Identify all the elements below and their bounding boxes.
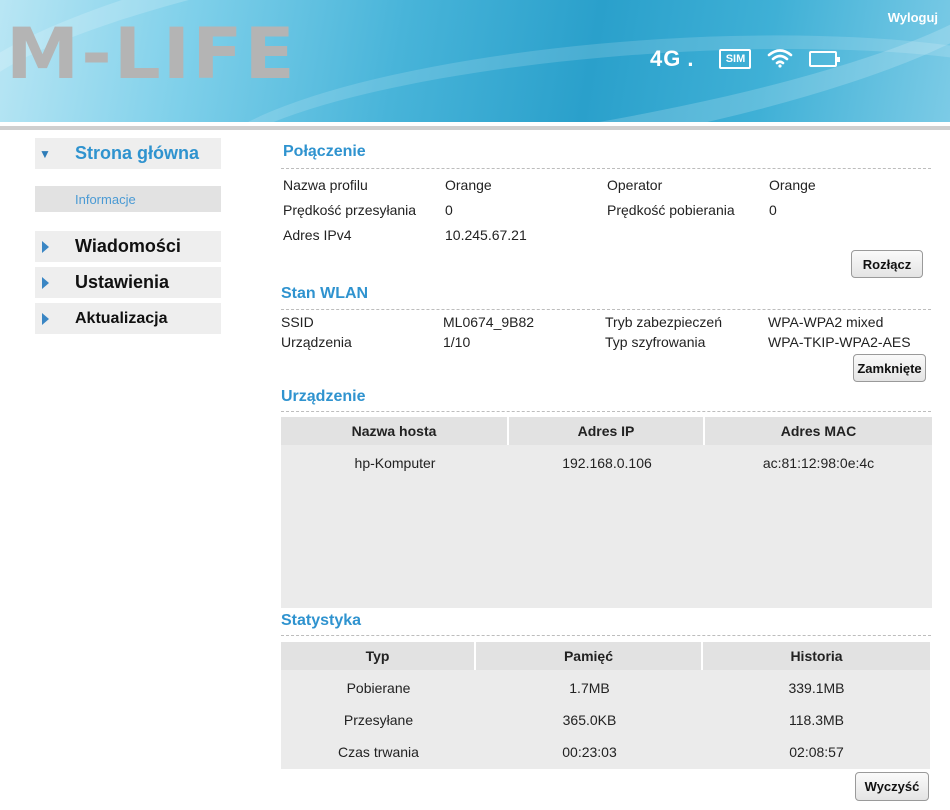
encryption-value: WPA-TKIP-WPA2-AES xyxy=(768,334,911,350)
signal-indicator: . xyxy=(687,46,694,71)
sidebar-item-settings[interactable]: Ustawienia xyxy=(35,267,221,298)
close-wlan-button[interactable]: Zamknięte xyxy=(853,354,926,382)
column-header: Adres IP xyxy=(509,417,705,445)
logo: M-LIFE xyxy=(6,13,297,95)
chevron-down-icon: ▼ xyxy=(39,146,51,161)
security-mode-value: WPA-WPA2 mixed xyxy=(768,314,884,330)
divider xyxy=(281,309,931,310)
chevron-right-icon xyxy=(35,303,55,334)
sidebar-item-home[interactable]: ▼ Strona główna xyxy=(35,138,221,169)
column-header: Nazwa hosta xyxy=(281,417,509,445)
column-header: Historia xyxy=(790,648,843,664)
profile-label: Nazwa profilu xyxy=(283,177,368,193)
clear-statistics-button[interactable]: Wyczyść xyxy=(855,772,929,801)
logout-link[interactable]: Wyloguj xyxy=(888,10,938,25)
header-banner: M-LIFE Wyloguj 4G . SIM xyxy=(0,0,950,122)
sidebar-item-label: Ustawienia xyxy=(75,272,170,292)
statistics-table: Typ Pamięć Historia Pobierane 1.7MB 339.… xyxy=(281,642,930,769)
column-header: Adres MAC xyxy=(780,423,857,439)
operator-label: Operator xyxy=(607,177,663,193)
hostname-cell: hp-Komputer xyxy=(354,455,436,471)
device-table: Nazwa hosta Adres IP Adres MAC hp-Komput… xyxy=(281,417,932,608)
stat-memory-cell: 1.7MB xyxy=(569,680,610,696)
operator-value: Orange xyxy=(769,177,816,193)
sidebar-item-label: Aktualizacja xyxy=(75,309,168,327)
disconnect-button[interactable]: Rozłącz xyxy=(851,250,923,278)
stat-type-cell: Pobierane xyxy=(346,680,411,696)
battery-icon xyxy=(809,51,841,67)
sidebar-item-update[interactable]: Aktualizacja xyxy=(35,303,221,334)
stat-type-cell: Przesyłane xyxy=(343,712,414,728)
stat-history-cell: 118.3MB xyxy=(789,712,844,728)
chevron-right-icon xyxy=(35,267,55,298)
chevron-right-icon xyxy=(35,231,55,262)
section-title-connection: Połączenie xyxy=(283,143,366,160)
upload-speed-value: 0 xyxy=(445,202,453,218)
header-divider xyxy=(0,126,950,130)
devices-label: Urządzenia xyxy=(281,334,352,350)
profile-value: Orange xyxy=(445,177,492,193)
download-speed-label: Prędkość pobierania xyxy=(607,202,735,218)
table-header: Nazwa hosta Adres IP Adres MAC xyxy=(281,417,932,445)
ipv4-label: Adres IPv4 xyxy=(283,227,352,243)
sidebar-item-label: Strona główna xyxy=(75,143,200,163)
sidebar-item-messages[interactable]: Wiadomości xyxy=(35,231,221,262)
table-row: Czas trwania 00:23:03 02:08:57 xyxy=(281,736,930,768)
column-header: Pamięć xyxy=(476,642,703,670)
stat-memory-cell: 365.0KB xyxy=(562,712,617,728)
divider xyxy=(281,635,931,636)
mac-cell: ac:81:12:98:0e:4c xyxy=(762,455,875,471)
stat-history-cell: 339.1MB xyxy=(788,680,845,696)
devices-value: 1/10 xyxy=(443,334,471,350)
table-row: Przesyłane 365.0KB 118.3MB xyxy=(281,704,930,736)
ip-cell: 192.168.0.106 xyxy=(562,455,652,471)
stat-type-cell: Czas trwania xyxy=(338,744,419,760)
section-title-statistics: Statystyka xyxy=(281,612,362,629)
download-speed-value: 0 xyxy=(769,202,777,218)
stat-history-cell: 02:08:57 xyxy=(789,744,844,760)
sidebar: ▼ Strona główna Informacje Wiadomości Us… xyxy=(35,138,221,339)
ipv4-value: 10.245.67.21 xyxy=(445,227,527,243)
table-row[interactable]: hp-Komputer 192.168.0.106 ac:81:12:98:0e… xyxy=(281,447,932,479)
section-title-device: Urządzenie xyxy=(281,388,366,405)
security-mode-label: Tryb zabezpieczeń xyxy=(605,314,722,330)
sim-icon: SIM xyxy=(719,49,752,69)
divider xyxy=(281,168,931,169)
status-bar: 4G . SIM xyxy=(650,44,841,74)
column-header: Typ xyxy=(281,642,476,670)
stat-memory-cell: 00:23:03 xyxy=(562,744,617,760)
network-type: 4G xyxy=(650,46,682,71)
section-title-wlan: Stan WLAN xyxy=(281,285,369,302)
encryption-label: Typ szyfrowania xyxy=(605,334,706,350)
ssid-value: ML0674_9B82 xyxy=(443,314,535,330)
wifi-icon xyxy=(767,48,793,71)
table-row: Pobierane 1.7MB 339.1MB xyxy=(281,672,930,704)
table-header: Typ Pamięć Historia xyxy=(281,642,930,670)
divider xyxy=(281,411,931,412)
sidebar-subitem-info[interactable]: Informacje xyxy=(35,186,221,212)
ssid-label: SSID xyxy=(281,314,314,330)
sidebar-item-label: Wiadomości xyxy=(75,236,181,256)
upload-speed-label: Prędkość przesyłania xyxy=(283,202,417,218)
